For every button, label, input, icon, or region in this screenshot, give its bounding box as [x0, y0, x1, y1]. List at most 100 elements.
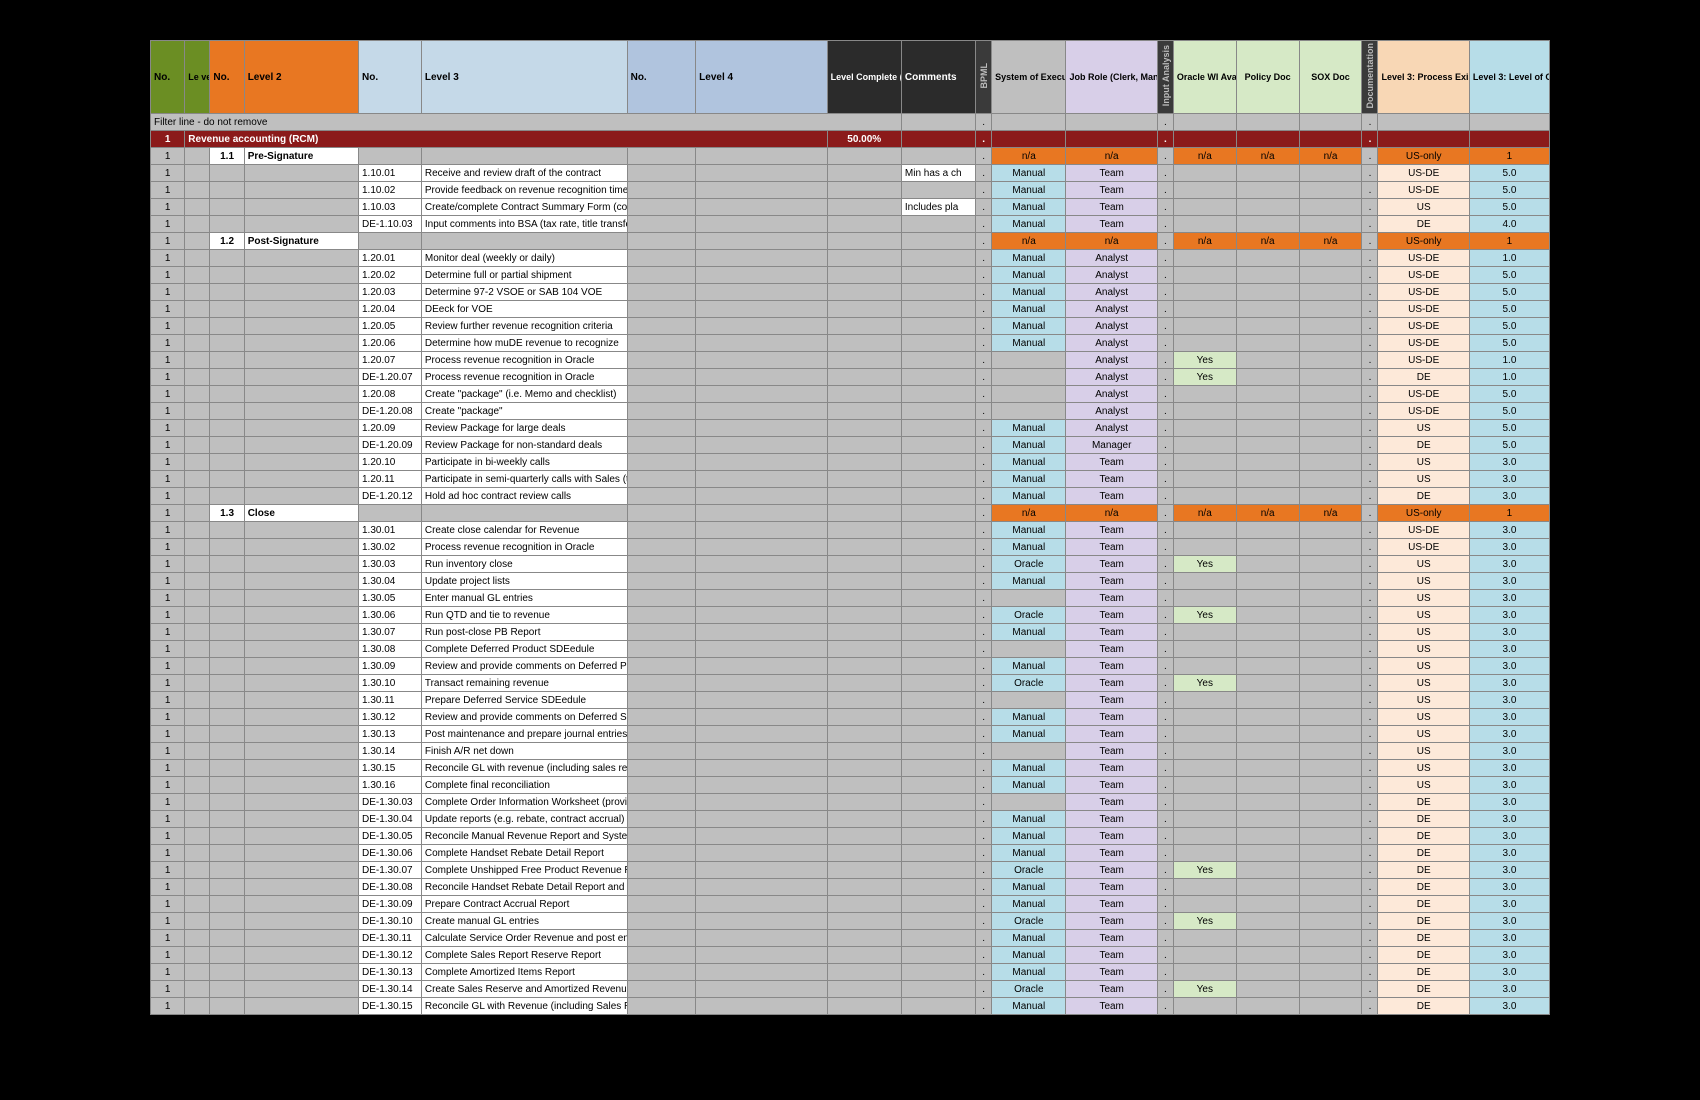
sys[interactable]: Manual	[992, 896, 1066, 913]
no4[interactable]	[627, 454, 696, 471]
no4[interactable]	[627, 420, 696, 437]
l4[interactable]	[696, 403, 827, 420]
c[interactable]	[1173, 131, 1236, 148]
no4[interactable]	[627, 794, 696, 811]
c[interactable]	[1066, 131, 1157, 148]
l3[interactable]: Reconcile Manual Revenue Report and Syst…	[421, 828, 627, 845]
l1[interactable]	[185, 233, 210, 250]
hdr-no4[interactable]: No.	[627, 41, 696, 114]
l4[interactable]	[696, 692, 827, 709]
l3[interactable]: Complete Deferred Product SDEedule	[421, 641, 627, 658]
sox[interactable]	[1299, 845, 1362, 862]
inp[interactable]: .	[1157, 335, 1173, 352]
l4[interactable]	[696, 964, 827, 981]
l2[interactable]	[244, 318, 358, 335]
owi[interactable]	[1173, 998, 1236, 1015]
sox[interactable]	[1299, 981, 1362, 998]
sys[interactable]: Oracle	[992, 862, 1066, 879]
compl[interactable]: 1	[1469, 148, 1549, 165]
comm[interactable]	[901, 624, 975, 641]
lvlc[interactable]	[827, 539, 901, 556]
lvlc[interactable]	[827, 505, 901, 522]
no1[interactable]: 1	[151, 250, 185, 267]
sox[interactable]	[1299, 692, 1362, 709]
doc[interactable]: .	[1362, 862, 1378, 879]
l4[interactable]	[696, 437, 827, 454]
pol[interactable]	[1236, 998, 1299, 1015]
owi[interactable]	[1173, 845, 1236, 862]
l4[interactable]	[696, 930, 827, 947]
no4[interactable]	[627, 148, 696, 165]
owi[interactable]: Yes	[1173, 675, 1236, 692]
no4[interactable]	[627, 199, 696, 216]
owi[interactable]	[1173, 199, 1236, 216]
dot[interactable]: .	[976, 131, 992, 148]
l1[interactable]	[185, 726, 210, 743]
owi[interactable]	[1173, 777, 1236, 794]
sox[interactable]	[1299, 930, 1362, 947]
no2[interactable]	[210, 845, 244, 862]
no4[interactable]	[627, 845, 696, 862]
l4[interactable]	[696, 573, 827, 590]
bpml[interactable]: .	[976, 981, 992, 998]
no3[interactable]: 1.30.10	[359, 675, 422, 692]
l3[interactable]: Complete Sales Report Reserve Report	[421, 947, 627, 964]
comm[interactable]	[901, 811, 975, 828]
bpml[interactable]: .	[976, 420, 992, 437]
compl[interactable]: 3.0	[1469, 998, 1549, 1015]
pol[interactable]	[1236, 386, 1299, 403]
bpml[interactable]: .	[976, 590, 992, 607]
role[interactable]: Analyst	[1066, 352, 1157, 369]
exist[interactable]: DE	[1378, 879, 1469, 896]
no2[interactable]	[210, 182, 244, 199]
no3[interactable]: 1.20.02	[359, 267, 422, 284]
inp[interactable]: .	[1157, 301, 1173, 318]
bpml[interactable]: .	[976, 165, 992, 182]
sys[interactable]: Manual	[992, 437, 1066, 454]
owi[interactable]	[1173, 743, 1236, 760]
filter-text[interactable]: Filter line - do not remove	[151, 114, 902, 131]
no4[interactable]	[627, 675, 696, 692]
compl[interactable]: 5.0	[1469, 267, 1549, 284]
l3[interactable]: Reconcile GL with Revenue (including Sal…	[421, 998, 627, 1015]
doc[interactable]: .	[1362, 760, 1378, 777]
no2[interactable]	[210, 471, 244, 488]
no4[interactable]	[627, 352, 696, 369]
pol[interactable]	[1236, 488, 1299, 505]
no3[interactable]: 1.30.14	[359, 743, 422, 760]
comm[interactable]	[901, 913, 975, 930]
role[interactable]: Team	[1066, 726, 1157, 743]
no4[interactable]	[627, 641, 696, 658]
lvlc[interactable]	[827, 760, 901, 777]
compl[interactable]: 3.0	[1469, 726, 1549, 743]
l1[interactable]	[185, 811, 210, 828]
l2[interactable]	[244, 335, 358, 352]
inp[interactable]: .	[1157, 743, 1173, 760]
bpml[interactable]: .	[976, 845, 992, 862]
no1[interactable]: 1	[151, 267, 185, 284]
compl[interactable]: 3.0	[1469, 471, 1549, 488]
sox[interactable]	[1299, 386, 1362, 403]
c[interactable]	[992, 114, 1066, 131]
no4[interactable]	[627, 573, 696, 590]
compl[interactable]: 5.0	[1469, 437, 1549, 454]
lvlc[interactable]	[827, 675, 901, 692]
no1[interactable]: 1	[151, 794, 185, 811]
l3[interactable]: Post maintenance and prepare journal ent…	[421, 726, 627, 743]
no4[interactable]	[627, 777, 696, 794]
l1[interactable]	[185, 709, 210, 726]
l3[interactable]: Review Package for non-standard deals	[421, 437, 627, 454]
doc[interactable]: .	[1362, 267, 1378, 284]
no3[interactable]: DE-1.30.13	[359, 964, 422, 981]
role[interactable]: Team	[1066, 590, 1157, 607]
pol[interactable]	[1236, 947, 1299, 964]
compl[interactable]: 1.0	[1469, 369, 1549, 386]
role[interactable]: Team	[1066, 522, 1157, 539]
lvlc[interactable]	[827, 301, 901, 318]
no3[interactable]	[359, 148, 422, 165]
lvlc[interactable]	[827, 709, 901, 726]
inp[interactable]: .	[1157, 267, 1173, 284]
lvlc[interactable]	[827, 964, 901, 981]
comm[interactable]	[901, 981, 975, 998]
l3[interactable]: Create "package"	[421, 403, 627, 420]
